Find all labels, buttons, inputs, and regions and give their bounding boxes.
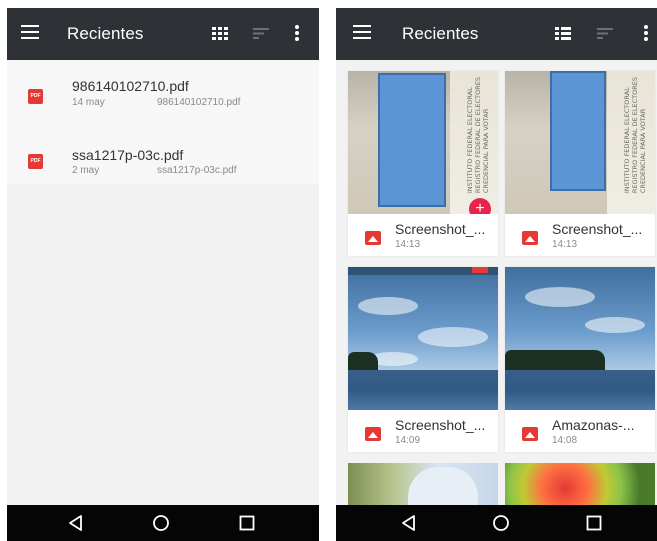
card-title: Screenshot_... [395, 221, 486, 237]
card-time: 14:13 [552, 239, 578, 250]
card-time: 14:09 [395, 435, 421, 446]
nav-home-icon[interactable] [492, 514, 510, 532]
file-date: 14 may [72, 97, 105, 108]
more-vert-icon[interactable] [286, 22, 308, 44]
left-screen: Recientes PDF 986140102710.pdf 14 may 98… [7, 8, 319, 541]
file-name: 986140102710.pdf [157, 97, 241, 108]
list-item[interactable]: PDF ssa1217p-03c.pdf 2 may ssa1217p-03c.… [7, 122, 319, 184]
right-screen: Recientes INSTITUTO FEDERAL ELECTORAL RE… [336, 8, 657, 541]
more-vert-icon[interactable] [635, 22, 657, 44]
sort-icon[interactable] [594, 22, 616, 44]
card-time: 14:08 [552, 435, 578, 446]
app-bar: Recientes [336, 8, 657, 60]
menu-icon[interactable] [21, 25, 39, 39]
image-file-icon [522, 231, 538, 245]
image-file-icon [522, 427, 538, 441]
card-time: 14:13 [395, 239, 421, 250]
recent-files-list: PDF 986140102710.pdf 14 may 986140102710… [7, 60, 319, 184]
redaction-box [378, 73, 446, 207]
nav-recents-icon[interactable] [585, 514, 603, 532]
image-file-icon [365, 231, 381, 245]
thumbnail: INSTITUTO FEDERAL ELECTORAL REGISTRO FED… [505, 71, 655, 214]
file-title: ssa1217p-03c.pdf [72, 147, 184, 163]
system-nav-bar [336, 505, 657, 541]
grid-card[interactable]: Screenshot_... 14:09 [348, 267, 498, 452]
list-view-icon[interactable] [552, 22, 574, 44]
pdf-icon: PDF [28, 154, 43, 169]
thumbnail: INSTITUTO FEDERAL ELECTORAL REGISTRO FED… [348, 71, 498, 214]
grid-card[interactable]: INSTITUTO FEDERAL ELECTORAL REGISTRO FED… [348, 71, 498, 256]
grid-card[interactable] [505, 463, 655, 505]
file-title: 986140102710.pdf [72, 78, 189, 94]
image-file-icon [365, 427, 381, 441]
file-date: 2 may [72, 165, 100, 176]
grid-card[interactable]: INSTITUTO FEDERAL ELECTORAL REGISTRO FED… [505, 71, 655, 256]
menu-icon[interactable] [353, 25, 371, 39]
id-card-text: INSTITUTO FEDERAL ELECTORAL REGISTRO FED… [466, 77, 490, 194]
thumbnail [348, 267, 498, 410]
redaction-box [550, 71, 606, 191]
file-name: ssa1217p-03c.pdf [157, 165, 237, 176]
app-title: Recientes [402, 24, 479, 43]
pdf-icon: PDF [28, 89, 43, 104]
system-nav-bar [7, 505, 319, 541]
nav-back-icon[interactable] [400, 514, 418, 532]
nav-home-icon[interactable] [152, 514, 170, 532]
grid-card[interactable] [348, 463, 498, 505]
add-fab-icon[interactable]: + [469, 198, 491, 214]
app-title: Recientes [67, 24, 144, 43]
grid-card[interactable]: Amazonas-... 14:08 [505, 267, 655, 452]
nav-back-icon[interactable] [67, 514, 85, 532]
card-title: Screenshot_... [552, 221, 643, 237]
grid-view-icon[interactable] [209, 22, 231, 44]
id-card-text: INSTITUTO FEDERAL ELECTORAL REGISTRO FED… [623, 77, 647, 194]
list-item[interactable]: PDF 986140102710.pdf 14 may 986140102710… [7, 60, 319, 122]
card-title: Amazonas-... [552, 417, 635, 433]
card-title: Screenshot_... [395, 417, 486, 433]
sort-icon[interactable] [250, 22, 272, 44]
nav-recents-icon[interactable] [238, 514, 256, 532]
app-bar: Recientes [7, 8, 319, 60]
thumbnail [505, 267, 655, 410]
